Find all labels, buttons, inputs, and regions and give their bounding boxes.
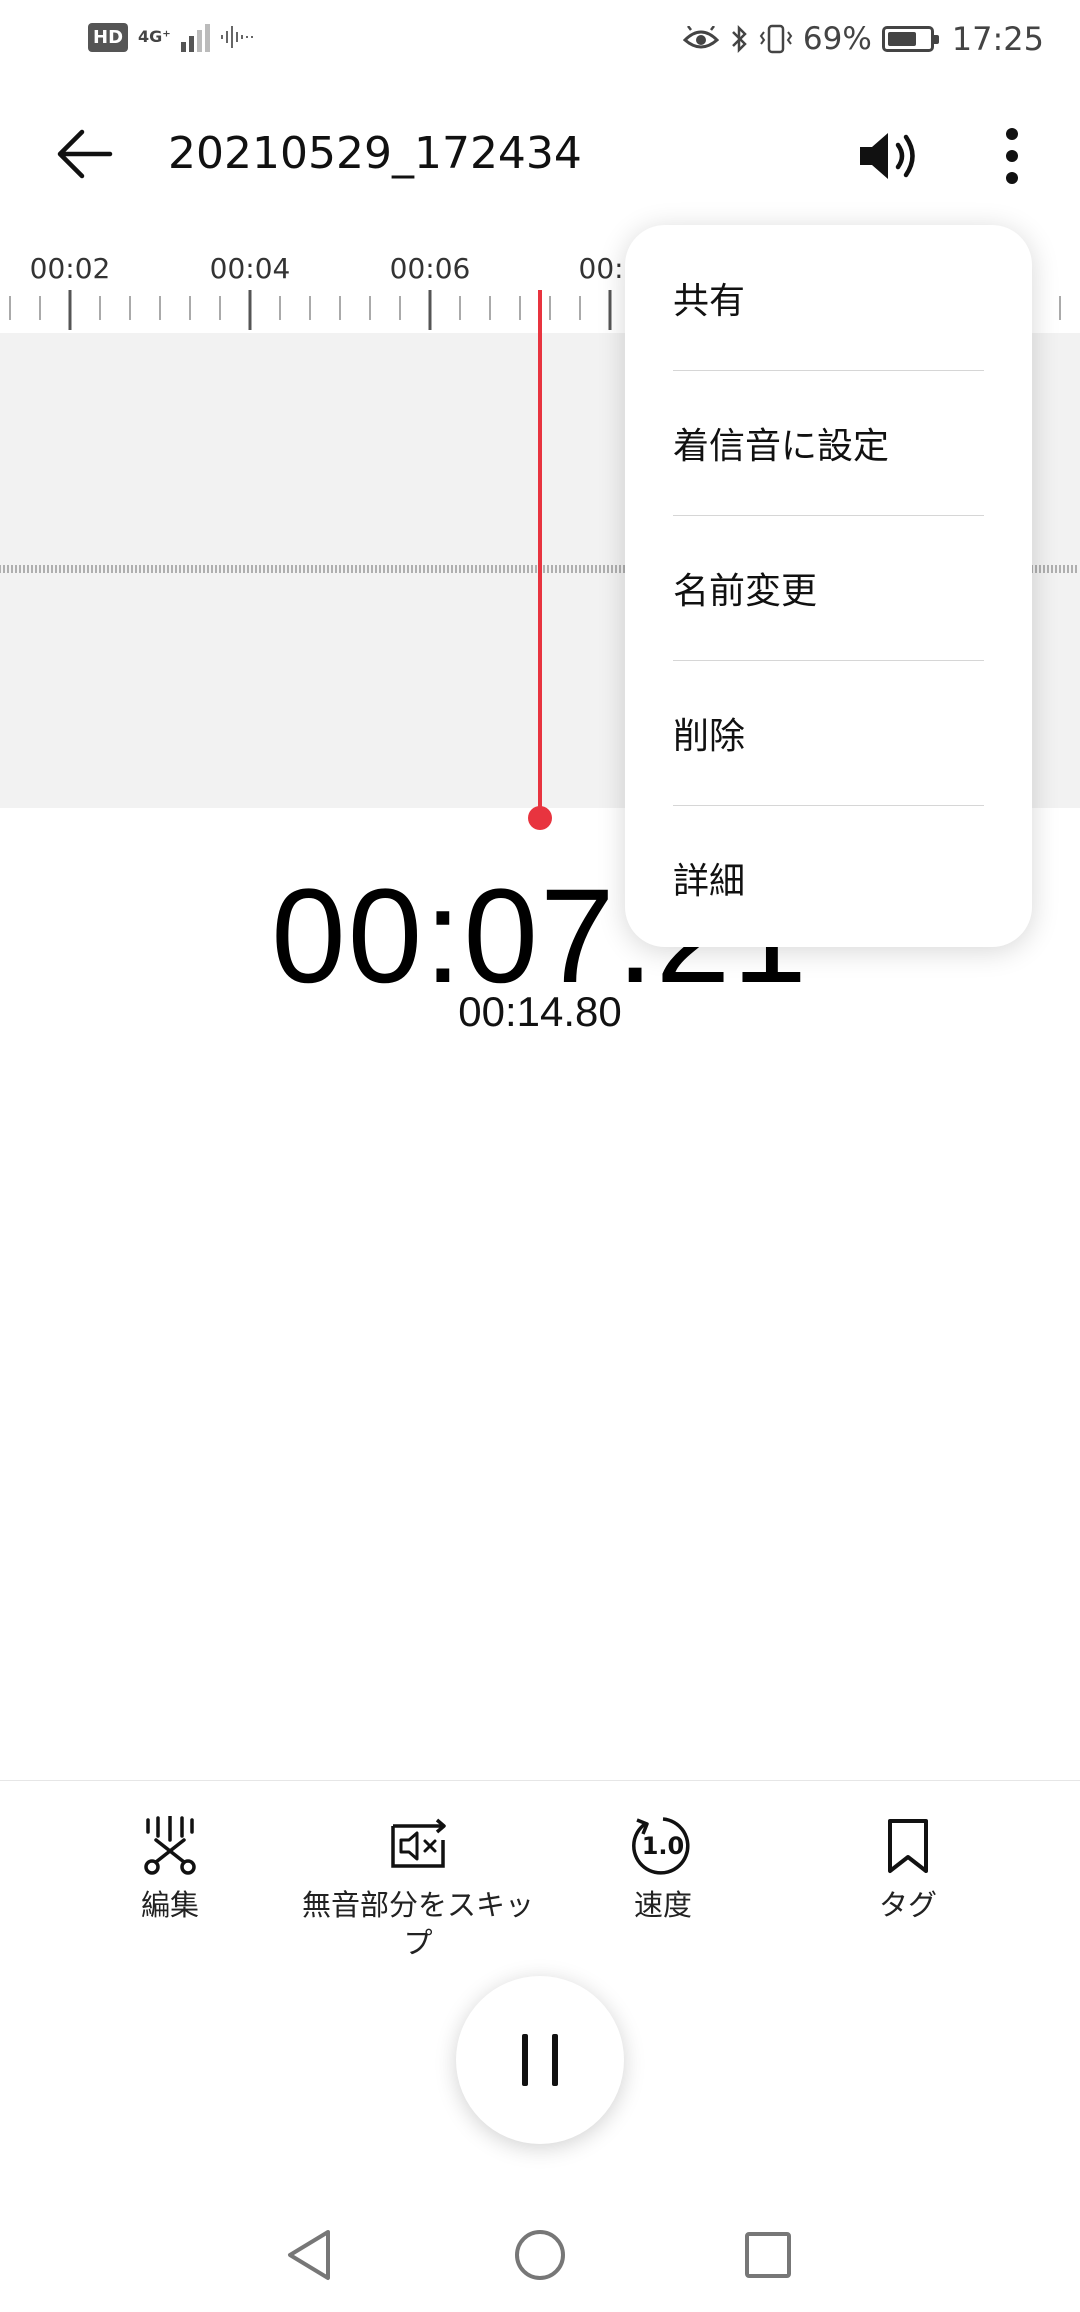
signal-icon (180, 22, 210, 52)
overflow-menu: 共有 着信音に設定 名前変更 削除 詳細 (625, 225, 1032, 947)
playhead-handle[interactable] (528, 806, 552, 830)
recorder-playback-screen: HD 4G⁺ 69% 17:25 20210529_172434 00:02 0… (0, 0, 1080, 2312)
nav-recents-icon (745, 2232, 791, 2278)
audio-activity-icon (220, 26, 253, 48)
tag-button[interactable]: タグ (788, 1811, 1028, 1925)
skip-silence-button[interactable]: 無音部分をスキップ (298, 1811, 538, 1962)
menu-item-label: 削除 (673, 715, 746, 757)
battery-icon (881, 26, 939, 52)
menu-item-label: 着信音に設定 (673, 425, 890, 467)
edit-cut-icon (135, 1811, 205, 1881)
page-title: 20210529_172434 (168, 128, 582, 179)
menu-item-label: 詳細 (673, 860, 746, 902)
eye-comfort-icon (682, 26, 719, 49)
total-time: 00:14.80 (458, 988, 622, 1035)
menu-item-rename[interactable]: 名前変更 (673, 515, 984, 660)
status-left: HD 4G⁺ (88, 22, 254, 52)
menu-item-share[interactable]: 共有 (673, 225, 984, 370)
more-vert-icon (1006, 128, 1018, 184)
pause-icon (522, 2034, 558, 2086)
app-bar: 20210529_172434 (0, 100, 1080, 210)
nav-back-button[interactable] (274, 2220, 344, 2290)
bluetooth-icon (731, 24, 747, 54)
nav-recents-button[interactable] (733, 2220, 803, 2290)
nav-home-icon (515, 2230, 565, 2280)
nav-back-icon (288, 2230, 330, 2280)
back-button[interactable] (46, 116, 122, 192)
speaker-button[interactable] (850, 118, 926, 194)
pause-button[interactable] (456, 1976, 624, 2144)
speaker-icon (860, 133, 915, 179)
bottom-toolbar: 編集 無音部分をスキップ 1.0 速度 タグ (0, 1780, 1080, 1960)
speed-value: 1.0 (641, 1832, 685, 1860)
battery-percent: 69% (802, 21, 872, 57)
menu-item-label: 名前変更 (673, 570, 818, 612)
status-right: 69% 17:25 (682, 20, 1044, 58)
status-bar: HD 4G⁺ 69% 17:25 (0, 0, 1080, 84)
network-type: 4G⁺ (138, 27, 171, 46)
tag-label: タグ (878, 1888, 937, 1922)
nav-home-button[interactable] (505, 2220, 575, 2290)
hd-badge: HD (88, 22, 129, 52)
speed-icon: 1.0 (628, 1811, 698, 1881)
more-options-button[interactable] (974, 118, 1050, 194)
speed-button[interactable]: 1.0 速度 (543, 1811, 783, 1925)
battery-fill (887, 32, 916, 46)
edit-label: 編集 (140, 1888, 199, 1922)
menu-item-label: 共有 (673, 280, 746, 322)
playhead-line (538, 290, 542, 820)
bookmark-icon (873, 1811, 943, 1881)
skip-silence-icon (383, 1811, 453, 1881)
system-nav-bar (0, 2200, 1080, 2312)
speed-label: 速度 (633, 1888, 692, 1922)
menu-item-details[interactable]: 詳細 (673, 805, 984, 950)
menu-item-set-ringtone[interactable]: 着信音に設定 (673, 370, 984, 515)
skip-silence-label: 無音部分をスキップ (301, 1888, 534, 1960)
edit-button[interactable]: 編集 (50, 1811, 290, 1925)
clock: 17:25 (951, 20, 1044, 58)
back-arrow-icon (57, 129, 113, 179)
vibrate-icon (759, 24, 793, 54)
menu-item-delete[interactable]: 削除 (673, 660, 984, 805)
